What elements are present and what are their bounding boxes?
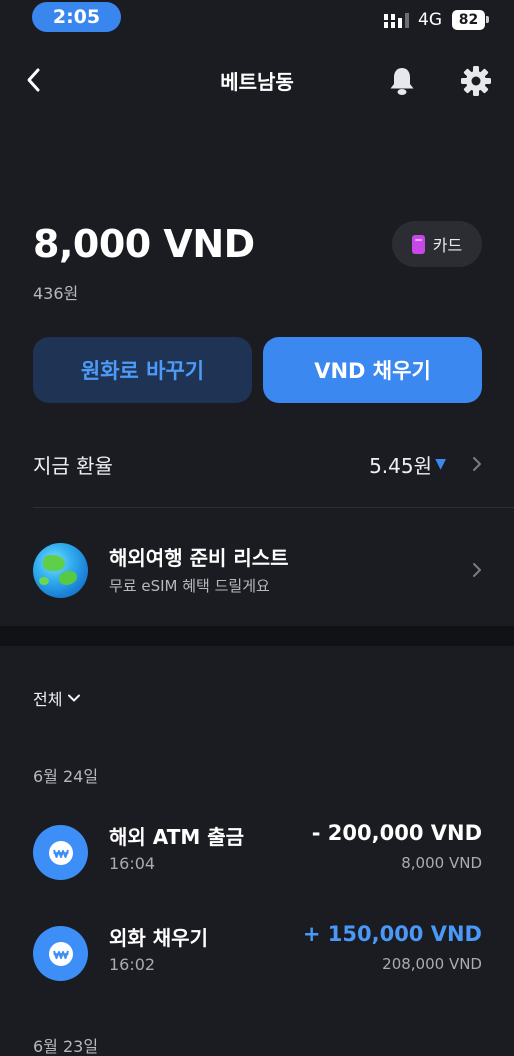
filter-label: 전체 (33, 690, 63, 709)
transaction-row[interactable]: 외화 채우기 16:02 + 150,000 VND 208,000 VND (33, 922, 482, 986)
network-label: 4G (418, 10, 442, 30)
balance-amount: 8,000 VND (33, 222, 255, 266)
page-title: 베트남동 (220, 70, 294, 94)
transaction-balance: 8,000 VND (401, 854, 482, 872)
transaction-amount: + 150,000 VND (302, 922, 482, 946)
transaction-time: 16:04 (109, 854, 156, 873)
transaction-balance: 208,000 VND (382, 955, 482, 973)
bell-icon (390, 68, 414, 95)
transaction-row[interactable]: 해외 ATM 출금 16:04 - 200,000 VND 8,000 VND (33, 821, 482, 885)
settings-button[interactable] (457, 62, 495, 100)
exchange-to-krw-button[interactable]: 원화로 바꾸기 (33, 337, 252, 403)
transaction-filter-dropdown[interactable]: 전체 (33, 686, 81, 710)
chevron-right-icon (473, 457, 481, 471)
exchange-rate-label: 지금 환율 (33, 454, 113, 478)
promo-subtitle: 무료 eSIM 혜택 드릴게요 (109, 577, 270, 595)
rate-down-icon: ▼ (435, 456, 446, 472)
exchange-rate-row[interactable]: 지금 환율 5.45원 ▼ (33, 436, 482, 492)
status-time: 2:05 (32, 2, 121, 32)
won-coin-icon (33, 825, 88, 880)
travel-checklist-banner[interactable]: 해외여행 준비 리스트 무료 eSIM 혜택 드릴게요 (33, 540, 482, 602)
charge-vnd-button[interactable]: VND 채우기 (263, 337, 482, 403)
section-separator (0, 626, 514, 646)
battery-tip (486, 16, 489, 23)
chevron-right-icon (473, 563, 481, 577)
signal-icon (384, 13, 409, 28)
back-button[interactable] (16, 62, 52, 98)
transaction-amount: - 200,000 VND (311, 821, 482, 845)
divider (33, 507, 514, 508)
status-bar: 2:05 4G 82 (0, 0, 514, 40)
won-coin-icon (33, 926, 88, 981)
card-icon (411, 234, 425, 254)
transaction-title: 외화 채우기 (109, 926, 208, 950)
transaction-title: 해외 ATM 출금 (109, 825, 244, 849)
promo-title: 해외여행 준비 리스트 (109, 546, 289, 570)
globe-icon (33, 543, 88, 598)
notifications-button[interactable] (383, 62, 421, 100)
transaction-time: 16:02 (109, 955, 156, 974)
card-button-label: 카드 (432, 236, 463, 255)
chevron-down-icon (68, 694, 81, 702)
chevron-left-icon (27, 68, 40, 92)
gear-icon (461, 66, 491, 96)
battery-indicator: 82 (452, 10, 485, 30)
transaction-date: 6월 24일 (33, 767, 99, 786)
card-button[interactable]: 카드 (392, 221, 482, 267)
exchange-rate-value: 5.45원 (369, 454, 432, 478)
nav-header: 베트남동 (0, 52, 514, 108)
balance-krw-equivalent: 436원 (33, 284, 79, 303)
transaction-date: 6월 23일 (33, 1037, 99, 1056)
